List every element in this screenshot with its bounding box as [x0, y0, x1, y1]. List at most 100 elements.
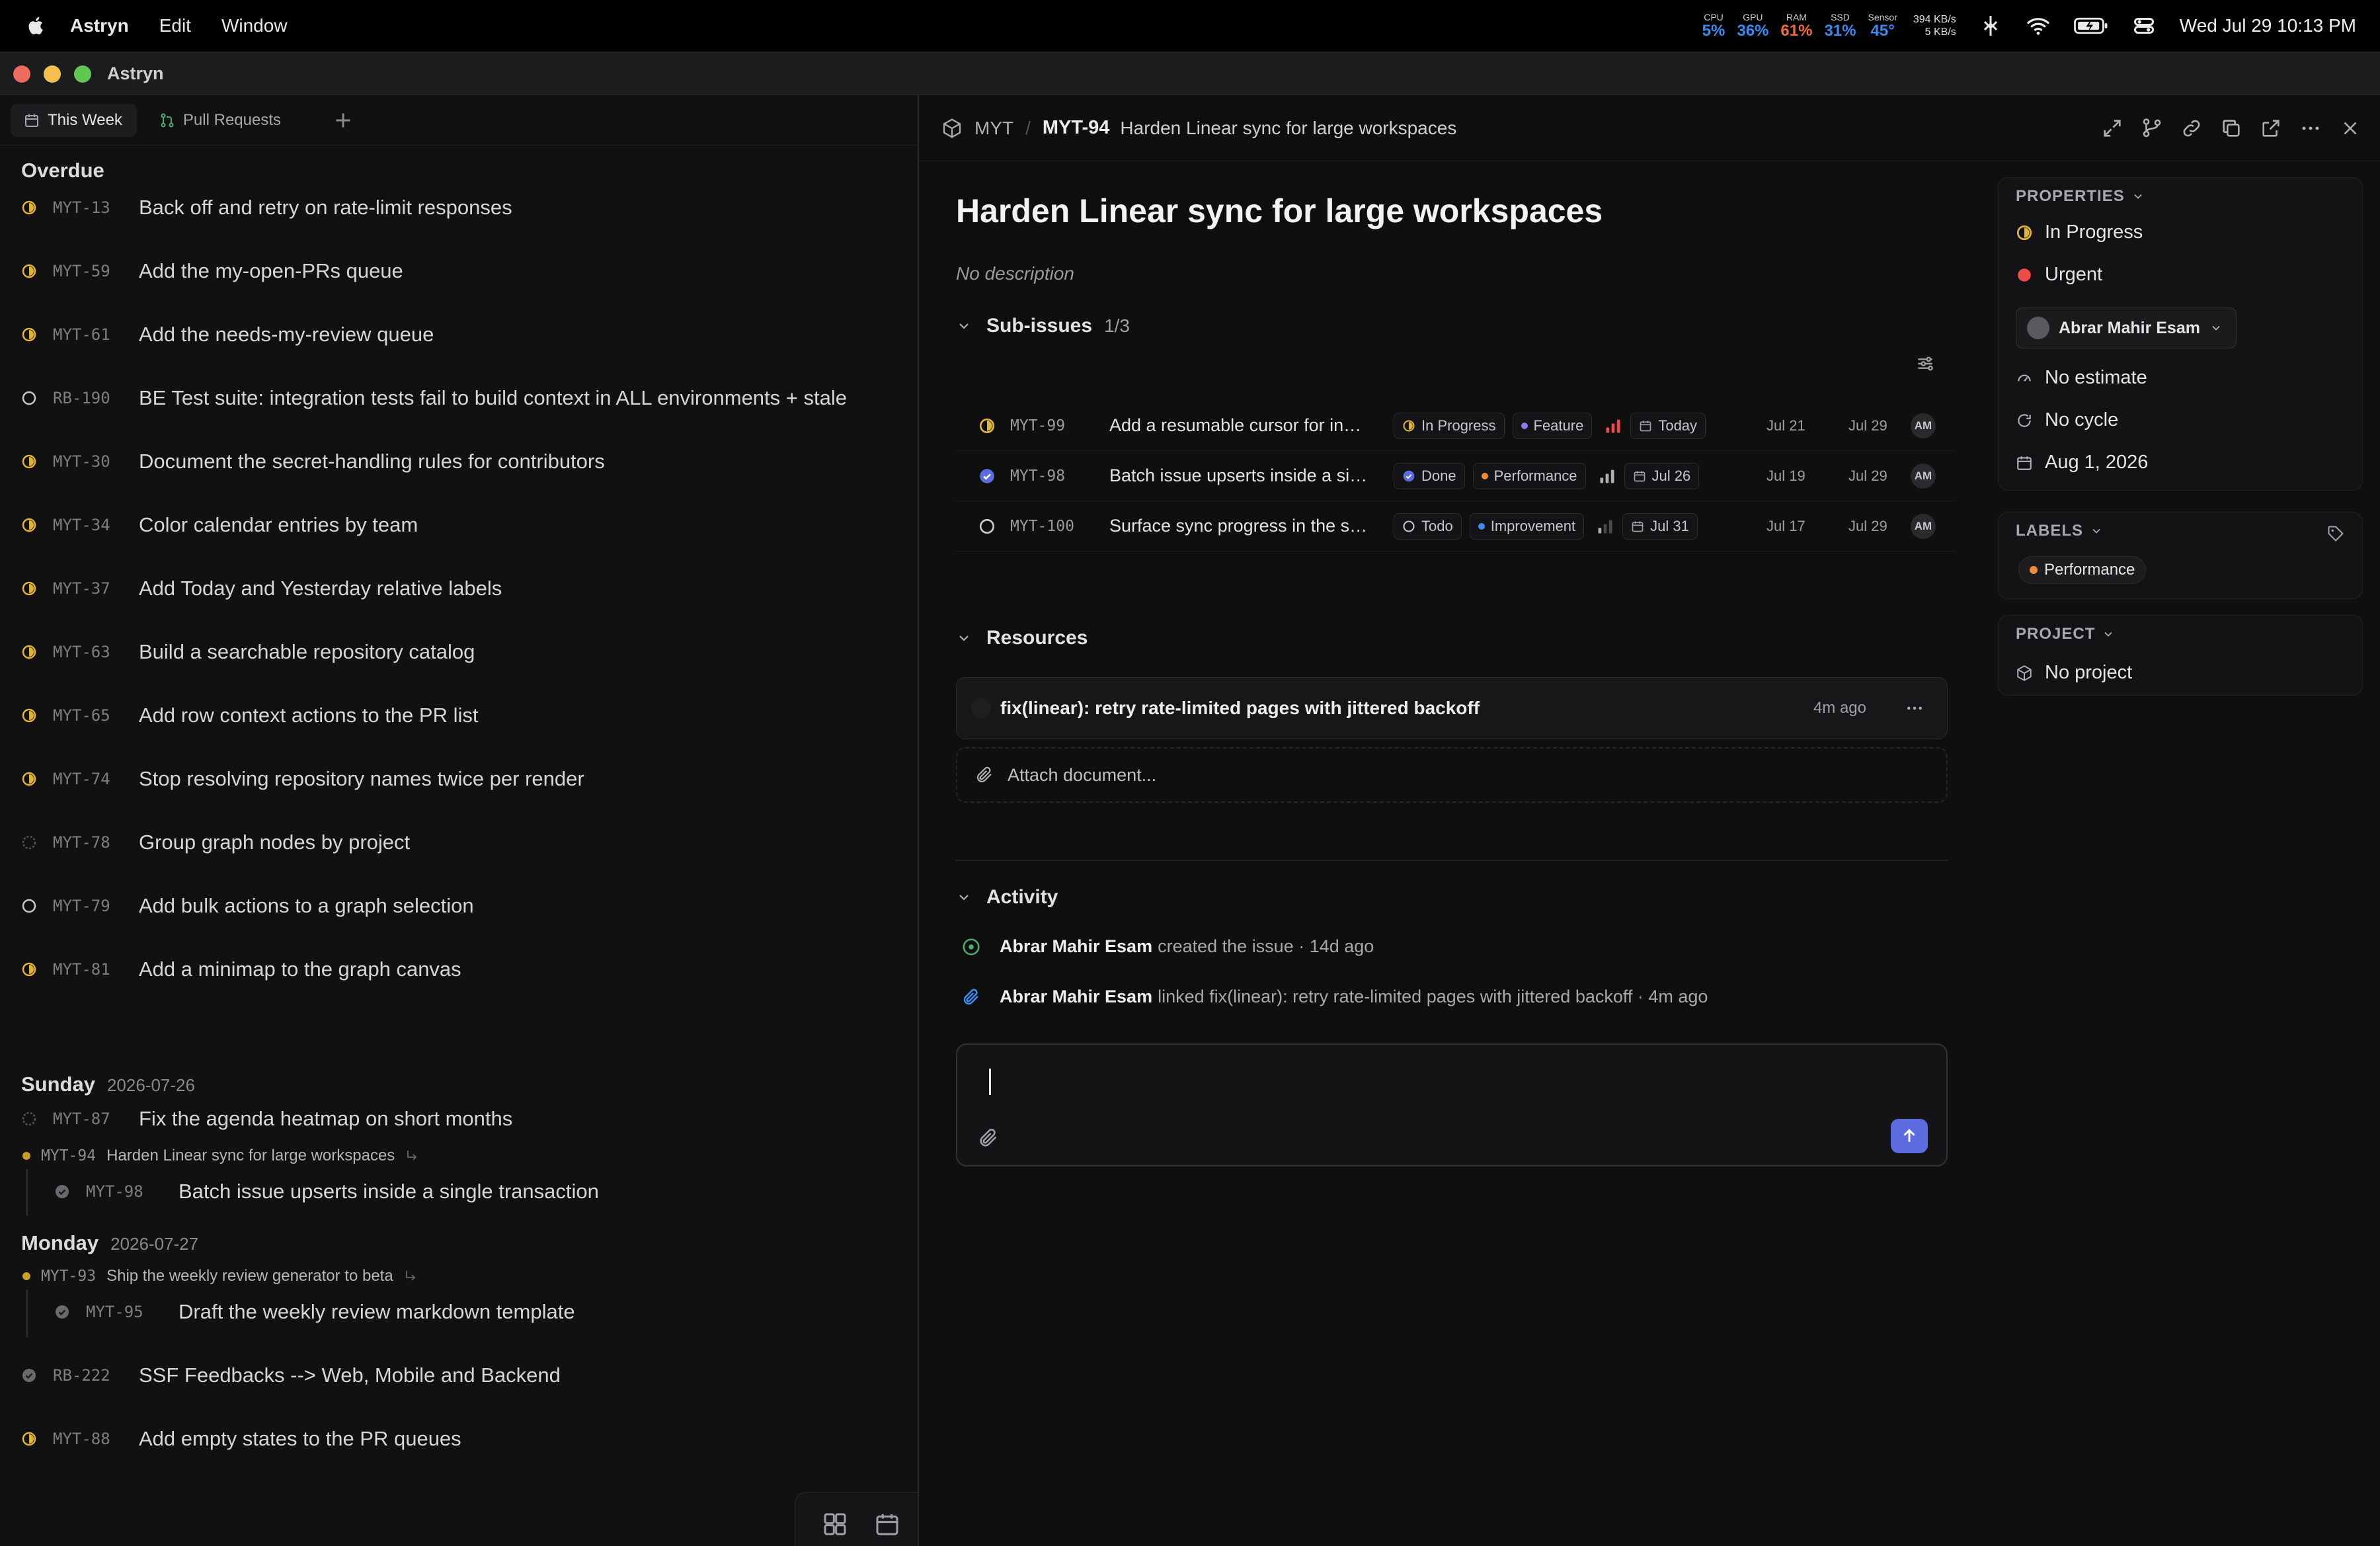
board-view-icon[interactable] — [822, 1511, 848, 1537]
status-chip[interactable]: Todo — [1394, 512, 1462, 540]
high-priority-icon[interactable] — [1598, 467, 1616, 485]
estimate-property[interactable]: No estimate — [2016, 367, 2147, 389]
due-date-chip[interactable]: Jul 31 — [1622, 512, 1698, 540]
in-progress-status-icon[interactable] — [21, 771, 37, 787]
properties-header[interactable]: PROPERTIES — [2016, 187, 2145, 206]
activity-actor[interactable]: Abrar Mahir Esam — [1000, 987, 1152, 1007]
backlog-status-icon[interactable] — [21, 834, 37, 850]
status-chip[interactable]: Done — [1394, 462, 1465, 489]
cycle-property[interactable]: No cycle — [2016, 409, 2118, 431]
agenda-row-sunday-child[interactable]: MYT-98 Batch issue upserts inside a sing… — [0, 1172, 918, 1211]
project-property[interactable]: No project — [2016, 662, 2132, 684]
agenda-row[interactable]: MYT-63 Build a searchable repository cat… — [0, 632, 918, 672]
expand-icon[interactable] — [2101, 117, 2123, 140]
agenda-row[interactable]: MYT-30 Document the secret-handling rule… — [0, 442, 918, 481]
done-status-icon[interactable] — [978, 468, 996, 485]
due-date-property[interactable]: Aug 1, 2026 — [2016, 452, 2148, 473]
zoom-window-button[interactable] — [74, 65, 91, 83]
sensor-stat[interactable]: Sensor 45° — [1868, 12, 1897, 40]
activity-actor[interactable]: Abrar Mahir Esam — [1000, 936, 1152, 957]
more-icon[interactable] — [2299, 117, 2322, 140]
display-options-icon[interactable] — [1915, 353, 1936, 374]
branch-icon[interactable] — [2141, 117, 2163, 140]
subissue-row[interactable]: MYT-99 Add a resumable cursor for in… In… — [956, 401, 1954, 451]
avatar[interactable]: AM — [1911, 413, 1936, 438]
tab-pull-requests[interactable]: Pull Requests — [146, 104, 296, 137]
subissues-header[interactable]: Sub-issues 1/3 — [956, 315, 1130, 337]
in-progress-status-icon[interactable] — [21, 517, 37, 533]
in-progress-status-icon[interactable] — [21, 581, 37, 596]
in-progress-status-icon[interactable] — [978, 417, 996, 434]
ram-stat[interactable]: RAM 61% — [1780, 12, 1812, 40]
in-progress-status-icon[interactable] — [21, 327, 37, 343]
status-chip[interactable]: In Progress — [1394, 412, 1505, 439]
done-status-icon[interactable] — [54, 1184, 70, 1200]
network-stat[interactable]: 394 KB/s 5 KB/s — [1913, 13, 1956, 38]
wifi-icon[interactable] — [2026, 14, 2050, 38]
project-header[interactable]: PROJECT — [2016, 625, 2115, 643]
open-external-icon[interactable] — [2260, 117, 2282, 140]
breadcrumb-issue-id[interactable]: MYT-94 — [1043, 117, 1110, 139]
copy-icon[interactable] — [2220, 117, 2242, 140]
menubar-clock[interactable]: Wed Jul 29 10:13 PM — [2180, 15, 2356, 36]
in-progress-status-icon[interactable] — [21, 708, 37, 723]
add-tab-icon[interactable] — [331, 108, 355, 132]
activity-header[interactable]: Activity — [956, 886, 1058, 909]
attach-document-button[interactable]: Attach document... — [956, 747, 1948, 803]
assignee-dropdown[interactable]: Abrar Mahir Esam — [2016, 307, 2237, 348]
agenda-row[interactable]: MYT-81 Add a minimap to the graph canvas — [0, 950, 918, 989]
send-comment-button[interactable] — [1891, 1119, 1928, 1153]
agenda-row[interactable]: MYT-78 Group graph nodes by project — [0, 823, 918, 862]
status-property[interactable]: In Progress — [2016, 222, 2143, 243]
subissue-row[interactable]: MYT-100 Surface sync progress in the s… … — [956, 501, 1954, 551]
low-priority-icon[interactable] — [1596, 517, 1614, 536]
todo-status-icon[interactable] — [978, 518, 996, 535]
in-progress-status-icon[interactable] — [21, 961, 37, 977]
tab-this-week[interactable]: This Week — [11, 103, 137, 137]
close-window-button[interactable] — [13, 65, 30, 83]
calendar-view-icon[interactable] — [874, 1511, 900, 1537]
link-icon[interactable] — [2180, 117, 2203, 140]
backlog-status-icon[interactable] — [21, 1111, 37, 1127]
resource-item[interactable]: fix(linear): retry rate-limited pages wi… — [956, 677, 1948, 739]
labels-header[interactable]: LABELS — [2016, 522, 2103, 540]
label-chip[interactable]: Performance — [1472, 462, 1586, 489]
apple-icon[interactable] — [25, 15, 48, 37]
control-center-icon[interactable] — [2132, 14, 2156, 38]
avatar[interactable]: AM — [1911, 513, 1936, 539]
agenda-row[interactable]: MYT-37 Add Today and Yesterday relative … — [0, 569, 918, 608]
issue-title[interactable]: Harden Linear sync for large workspaces — [956, 192, 1603, 230]
close-icon[interactable] — [2339, 117, 2361, 140]
breadcrumb-project[interactable]: MYT — [974, 118, 1013, 139]
label-chip[interactable]: Improvement — [1469, 512, 1585, 540]
agenda-row[interactable]: MYT-34 Color calendar entries by team — [0, 505, 918, 545]
todo-status-icon[interactable] — [21, 898, 37, 914]
in-progress-status-icon[interactable] — [21, 454, 37, 469]
in-progress-status-icon[interactable] — [21, 200, 37, 216]
menu-edit[interactable]: Edit — [159, 15, 191, 36]
in-progress-status-icon[interactable] — [21, 644, 37, 660]
label-chip[interactable]: Performance — [2018, 556, 2147, 584]
paperclip-icon[interactable] — [977, 1127, 1000, 1149]
agenda-row[interactable]: MYT-61 Add the needs-my-review queue — [0, 315, 918, 354]
menu-window[interactable]: Window — [221, 15, 288, 36]
agenda-row[interactable]: MYT-59 Add the my-open-PRs queue — [0, 251, 918, 291]
more-icon[interactable] — [1905, 698, 1924, 718]
description-placeholder[interactable]: No description — [956, 263, 1074, 284]
done-status-icon[interactable] — [54, 1304, 70, 1320]
menu-app-name[interactable]: Astryn — [70, 15, 129, 36]
agenda-row[interactable]: MYT-65 Add row context actions to the PR… — [0, 696, 918, 735]
todo-status-icon[interactable] — [21, 390, 37, 406]
agenda-row[interactable]: MYT-74 Stop resolving repository names t… — [0, 759, 918, 799]
minimize-window-button[interactable] — [44, 65, 61, 83]
ssd-stat[interactable]: SSD 31% — [1824, 12, 1856, 40]
urgent-priority-icon[interactable] — [1604, 417, 1622, 435]
done-status-icon[interactable] — [21, 1367, 37, 1383]
parent-issue-row[interactable]: MYT-94 Harden Linear sync for large work… — [0, 1143, 420, 1169]
priority-property[interactable]: Urgent — [2016, 264, 2102, 286]
avatar[interactable]: AM — [1911, 463, 1936, 489]
agenda-row-monday-child[interactable]: MYT-95 Draft the weekly review markdown … — [0, 1292, 918, 1332]
parent-issue-row[interactable]: MYT-93 Ship the weekly review generator … — [0, 1263, 418, 1289]
in-progress-status-icon[interactable] — [21, 263, 37, 279]
label-chip[interactable]: Feature — [1512, 412, 1593, 439]
